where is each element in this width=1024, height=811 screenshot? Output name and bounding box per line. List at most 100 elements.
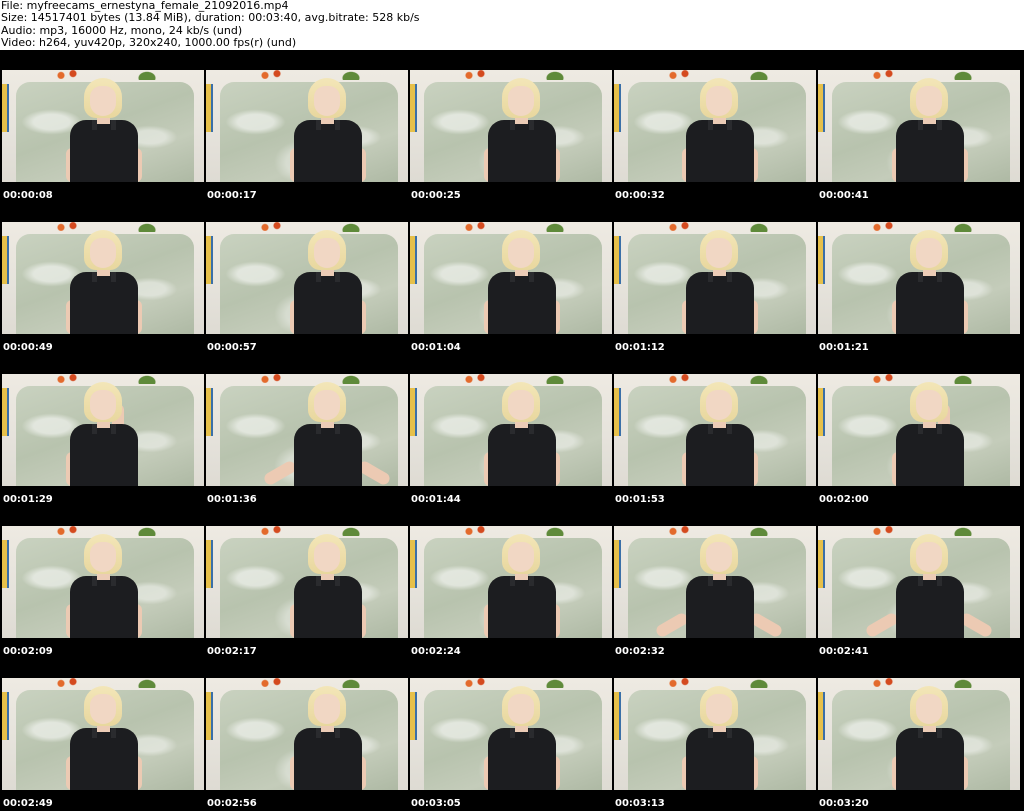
person-figure (288, 526, 368, 638)
wall-picture-frame (818, 540, 825, 588)
person-figure (64, 70, 144, 182)
video-thumbnail (206, 678, 408, 790)
face (706, 542, 732, 572)
flowers-decoration (256, 374, 286, 383)
flowers-decoration (256, 526, 286, 535)
thumbnail-timestamp: 00:00:49 (3, 342, 53, 353)
person-figure (64, 222, 144, 334)
face (706, 390, 732, 420)
video-thumbnail (410, 374, 612, 486)
wall-picture-frame (818, 236, 825, 284)
thumbnail-timestamp: 00:00:08 (3, 190, 53, 201)
wall-picture-frame (2, 84, 9, 132)
thumbnail-timestamp: 00:01:12 (615, 342, 665, 353)
video-thumbnail (818, 374, 1020, 486)
person-figure (482, 70, 562, 182)
wall-picture-frame (206, 540, 213, 588)
thumbnail-timestamp: 00:02:32 (615, 646, 665, 657)
thumbnail-timestamp: 00:01:04 (411, 342, 461, 353)
video-info-line: Video: h264, yuv420p, 320x240, 1000.00 f… (1, 36, 297, 50)
video-thumbnail (206, 222, 408, 334)
video-thumbnail (2, 678, 204, 790)
wall-picture-frame (614, 692, 621, 740)
face (706, 86, 732, 116)
wall-picture-frame (410, 388, 417, 436)
person-figure (262, 374, 392, 486)
person-figure (288, 678, 368, 790)
person-figure (482, 222, 562, 334)
person-figure (64, 526, 144, 638)
face (508, 238, 534, 268)
wall-picture-frame (410, 236, 417, 284)
wall-picture-frame (206, 84, 213, 132)
person-figure (680, 678, 760, 790)
thumbnail-timestamp: 00:02:09 (3, 646, 53, 657)
video-thumbnail (614, 678, 816, 790)
contact-sheet-grid: 00:00:08 00:00:17 00:00:25 00:00:32 00:00:41… (0, 50, 1024, 811)
face (916, 238, 942, 268)
thumbnail-timestamp: 00:00:57 (207, 342, 257, 353)
thumbnail-timestamp: 00:01:53 (615, 494, 665, 505)
wall-picture-frame (818, 84, 825, 132)
face (314, 238, 340, 268)
wall-picture-frame (2, 388, 9, 436)
thumbnail-timestamp: 00:02:24 (411, 646, 461, 657)
video-thumbnail (410, 70, 612, 182)
thumbnail-timestamp: 00:03:05 (411, 798, 461, 809)
face (90, 694, 116, 724)
file-size-line: Size: 14517401 bytes (13.84 MiB), durati… (1, 11, 420, 25)
face (90, 390, 116, 420)
video-thumbnail (2, 526, 204, 638)
face (916, 542, 942, 572)
person-figure (64, 678, 144, 790)
face (916, 86, 942, 116)
person-figure (890, 70, 970, 182)
person-figure (680, 374, 760, 486)
video-thumbnail (410, 222, 612, 334)
thumbnail-timestamp: 00:02:00 (819, 494, 869, 505)
video-thumbnail (206, 526, 408, 638)
face (916, 694, 942, 724)
wall-picture-frame (614, 236, 621, 284)
thumbnail-timestamp: 00:02:17 (207, 646, 257, 657)
video-thumbnail (818, 70, 1020, 182)
face (314, 390, 340, 420)
person-figure (482, 374, 562, 486)
person-figure (864, 526, 994, 638)
thumbnail-timestamp: 00:02:41 (819, 646, 869, 657)
thumbnail-timestamp: 00:01:21 (819, 342, 869, 353)
face (90, 542, 116, 572)
video-thumbnail (614, 222, 816, 334)
thumbnail-timestamp: 00:02:49 (3, 798, 53, 809)
thumbnail-timestamp: 00:01:29 (3, 494, 53, 505)
file-info-header: File: myfreecams_ernestyna_female_210920… (0, 0, 1024, 50)
thumbnail-timestamp: 00:00:32 (615, 190, 665, 201)
video-thumbnail (614, 374, 816, 486)
person-figure (288, 222, 368, 334)
face (916, 390, 942, 420)
wall-picture-frame (410, 692, 417, 740)
wall-picture-frame (614, 84, 621, 132)
wall-picture-frame (410, 84, 417, 132)
face (508, 542, 534, 572)
video-thumbnail (818, 678, 1020, 790)
face (90, 238, 116, 268)
face (508, 694, 534, 724)
wall-picture-frame (2, 236, 9, 284)
video-thumbnail (2, 222, 204, 334)
person-figure (890, 678, 970, 790)
person-figure (680, 70, 760, 182)
thumbnail-timestamp: 00:03:13 (615, 798, 665, 809)
flowers-decoration (256, 222, 286, 231)
video-thumbnail (410, 678, 612, 790)
wall-picture-frame (614, 540, 621, 588)
person-figure (482, 678, 562, 790)
wall-picture-frame (818, 692, 825, 740)
video-thumbnail (206, 70, 408, 182)
person-figure (680, 222, 760, 334)
face (314, 694, 340, 724)
thumbnail-timestamp: 00:00:25 (411, 190, 461, 201)
face (508, 390, 534, 420)
video-thumbnail (614, 526, 816, 638)
wall-picture-frame (818, 388, 825, 436)
